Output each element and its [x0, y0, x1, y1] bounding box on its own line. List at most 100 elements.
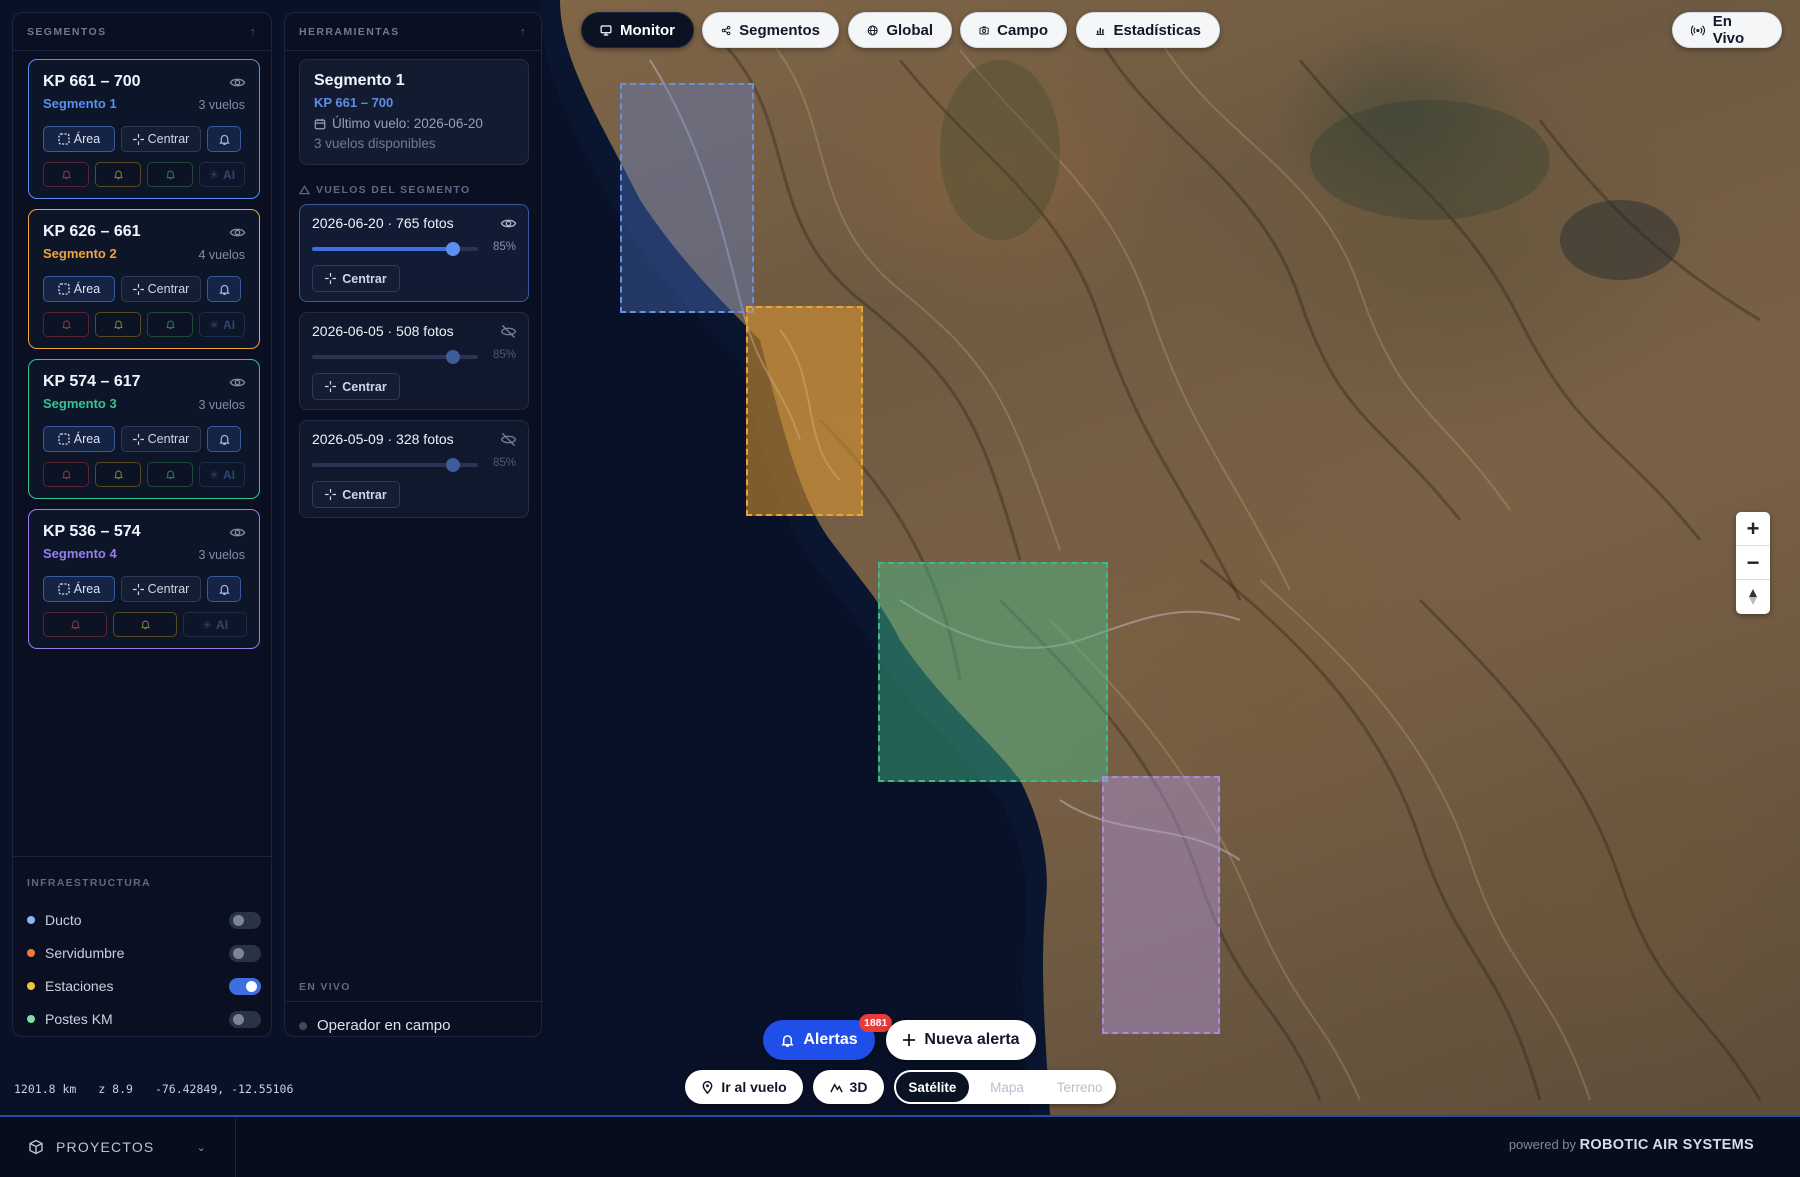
- zoom-out-button[interactable]: −: [1736, 546, 1770, 580]
- tab-global[interactable]: Global: [848, 12, 952, 48]
- segment-1-area-overlay[interactable]: [620, 83, 754, 313]
- slider-knob[interactable]: [446, 458, 460, 472]
- center-label: Centrar: [342, 487, 387, 502]
- map-type-map[interactable]: Mapa: [971, 1070, 1044, 1104]
- compass-reset-button[interactable]: [1736, 580, 1770, 614]
- notify-button[interactable]: [207, 426, 241, 452]
- segment-card[interactable]: KP 626 – 661 Segmento 2 4 vuelos Área Ce…: [28, 209, 260, 349]
- notify-button[interactable]: [207, 276, 241, 302]
- bell-icon: [165, 320, 175, 330]
- segment-4-area-overlay[interactable]: [1102, 776, 1220, 1034]
- center-button[interactable]: Centrar: [121, 426, 201, 452]
- status-dot: [299, 1021, 307, 1030]
- go-to-flight-button[interactable]: Ir al vuelo: [685, 1070, 803, 1104]
- eye-off-icon[interactable]: [500, 323, 517, 340]
- live-button[interactable]: En Vivo: [1672, 12, 1782, 48]
- eye-icon[interactable]: [229, 224, 246, 241]
- new-alert-button[interactable]: Nueva alerta: [886, 1020, 1036, 1060]
- infrastructure-toggle[interactable]: [229, 977, 261, 995]
- opacity-slider[interactable]: [312, 242, 478, 256]
- segments-panel-header: SEGMENTOS ↑: [13, 13, 271, 51]
- segment-card[interactable]: KP 661 – 700 Segmento 1 3 vuelos Área Ce…: [28, 59, 260, 199]
- ai-alert-button[interactable]: ✳ AI: [199, 162, 245, 187]
- segment-kp: KP 626 – 661: [43, 223, 141, 240]
- flight-card[interactable]: 2026-05-09 · 328 fotos 85% Centrar: [299, 420, 529, 518]
- sparkle-icon: ✳: [208, 167, 220, 182]
- alerts-button[interactable]: Alertas: [763, 1020, 875, 1060]
- bell-icon: [61, 470, 71, 480]
- area-label: Área: [73, 282, 101, 296]
- center-button[interactable]: Centrar: [121, 576, 201, 602]
- projects-menu[interactable]: PROYECTOS ⌄: [0, 1117, 236, 1177]
- area-button[interactable]: Área: [43, 576, 115, 602]
- center-flight-button[interactable]: Centrar: [312, 481, 400, 508]
- opacity-slider[interactable]: [312, 458, 478, 472]
- eye-icon[interactable]: [229, 74, 246, 91]
- eye-icon[interactable]: [229, 374, 246, 391]
- 3d-toggle-button[interactable]: 3D: [813, 1070, 884, 1104]
- tab-campo[interactable]: Campo: [960, 12, 1067, 48]
- segment-2-area-overlay[interactable]: [746, 306, 863, 516]
- area-button[interactable]: Área: [43, 426, 115, 452]
- toggle-knob: [233, 947, 244, 959]
- segment-flights-title: VUELOS DEL SEGMENTO: [299, 184, 470, 196]
- map-type-terrain[interactable]: Terreno: [1043, 1070, 1116, 1104]
- center-flight-button[interactable]: Centrar: [312, 265, 400, 292]
- center-button[interactable]: Centrar: [121, 276, 201, 302]
- center-button[interactable]: Centrar: [121, 126, 201, 152]
- segment-card[interactable]: KP 536 – 574 Segmento 4 3 vuelos Área Ce…: [28, 509, 260, 649]
- divider: [13, 856, 271, 857]
- slider-knob[interactable]: [446, 242, 460, 256]
- segment-card[interactable]: KP 574 – 617 Segmento 3 3 vuelos Área Ce…: [28, 359, 260, 499]
- collapse-arrow-icon[interactable]: ↑: [520, 26, 527, 38]
- segment-flight-count: 4 vuelos: [198, 248, 245, 262]
- cursor-coordinates: -76.42849, -12.55106: [154, 1082, 294, 1096]
- infrastructure-toggle[interactable]: [229, 1010, 261, 1028]
- eye-icon[interactable]: [500, 215, 517, 232]
- flight-card[interactable]: 2026-06-05 · 508 fotos 85% Centrar: [299, 312, 529, 410]
- opacity-slider[interactable]: [312, 350, 478, 364]
- segment-3-area-overlay[interactable]: [878, 562, 1108, 782]
- area-icon: [58, 133, 70, 145]
- alert-bell-button[interactable]: [113, 612, 177, 637]
- alert-bell-button[interactable]: [43, 612, 107, 637]
- area-button[interactable]: Área: [43, 276, 115, 302]
- notify-button[interactable]: [207, 126, 241, 152]
- segment-actions: Área Centrar: [43, 276, 241, 302]
- zoom-level: z 8.9: [98, 1082, 133, 1096]
- alert-bell-button[interactable]: [43, 312, 89, 337]
- alert-bell-button[interactable]: [147, 462, 193, 487]
- bar-chart-icon: [1096, 27, 1105, 35]
- alert-bell-button[interactable]: [147, 312, 193, 337]
- notify-button[interactable]: [207, 576, 241, 602]
- ai-alert-button[interactable]: ✳ AI: [199, 312, 245, 337]
- field-operator-item[interactable]: Operador en campo: [299, 1017, 450, 1034]
- area-button[interactable]: Área: [43, 126, 115, 152]
- toggle-knob: [233, 1013, 244, 1025]
- collapse-arrow-icon[interactable]: ↑: [250, 26, 257, 38]
- flight-card[interactable]: 2026-06-20 · 765 fotos 85% Centrar: [299, 204, 529, 302]
- slider-fill: [312, 247, 453, 251]
- center-flight-button[interactable]: Centrar: [312, 373, 400, 400]
- infrastructure-toggle[interactable]: [229, 944, 261, 962]
- slider-knob[interactable]: [446, 350, 460, 364]
- eye-icon[interactable]: [229, 524, 246, 541]
- ai-alert-button[interactable]: ✳ AI: [199, 462, 245, 487]
- infrastructure-label: Postes KM: [45, 1011, 113, 1027]
- zoom-in-button[interactable]: +: [1736, 512, 1770, 546]
- legend-dot: [27, 916, 35, 924]
- tab-estadisticas[interactable]: Estadísticas: [1076, 12, 1220, 48]
- tab-segmentos[interactable]: Segmentos: [702, 12, 839, 48]
- eye-off-icon[interactable]: [500, 431, 517, 448]
- map-type-satellite[interactable]: Satélite: [894, 1070, 971, 1104]
- alert-bell-button[interactable]: [43, 462, 89, 487]
- tab-monitor[interactable]: Monitor: [581, 12, 694, 48]
- alert-bell-button[interactable]: [95, 462, 141, 487]
- ai-alert-button[interactable]: ✳ AI: [183, 612, 247, 637]
- alert-bell-button[interactable]: [147, 162, 193, 187]
- ai-label: AI: [223, 167, 236, 182]
- alert-bell-button[interactable]: [95, 162, 141, 187]
- infrastructure-toggle[interactable]: [229, 911, 261, 929]
- alert-bell-button[interactable]: [43, 162, 89, 187]
- alert-bell-button[interactable]: [95, 312, 141, 337]
